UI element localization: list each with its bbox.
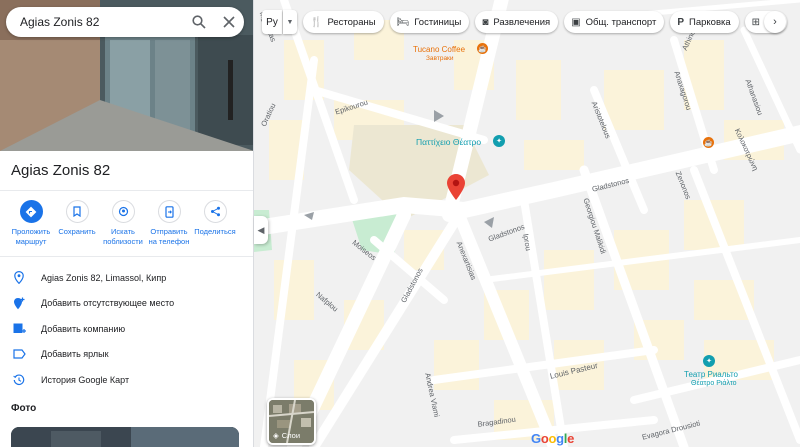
chip-parking[interactable]: P Парковка [670, 11, 739, 33]
layers-button[interactable]: ◈ Слои [267, 398, 316, 445]
pharmacy-icon: ⊞ [751, 16, 761, 28]
action-label: Поделиться [194, 227, 236, 236]
share-button[interactable]: Поделиться [192, 200, 238, 247]
category-chips: Ру ▼ 🍴 Рестораны 🛏 Гостиницы ◙ Развлечения … [262, 10, 788, 34]
map-canvas[interactable]: Ifigeneias Oratiou Epikourou Tucano Coff… [254, 0, 800, 447]
theater-poi-icon-2[interactable]: ✦ [703, 355, 715, 367]
logo-letter: e [567, 431, 575, 446]
layers-label: ◈ Слои [273, 431, 300, 440]
logo-letter: o [548, 431, 557, 446]
language-dropdown-icon[interactable]: ▼ [283, 10, 297, 34]
google-logo: Google [531, 431, 574, 446]
chip-entertainment[interactable]: ◙ Развлечения [475, 11, 559, 33]
chevron-left-icon: ◀ [257, 224, 265, 235]
nearby-button[interactable]: Искать поблизости [100, 200, 146, 247]
chip-label: Гостиницы [414, 16, 462, 28]
bookmark-icon[interactable] [65, 200, 89, 223]
add-business-icon [11, 321, 27, 337]
poi-sublabel-rialto: Θέατρο Ριάλτο [691, 380, 737, 387]
parking-icon: P [677, 16, 685, 28]
label-icon [11, 346, 27, 362]
photos-heading: Фото [11, 403, 37, 414]
logo-letter: g [556, 431, 564, 446]
chevron-right-icon[interactable]: › [764, 11, 786, 33]
chip-label: Развлечения [493, 16, 551, 28]
save-button[interactable]: Сохранить [54, 200, 100, 247]
action-label: Проложить маршрут [11, 227, 51, 246]
location-pin-marker-icon[interactable] [447, 174, 465, 200]
theater-poi-icon[interactable]: ✦ [493, 135, 505, 147]
add-missing-place-row[interactable]: Добавить отсутствующее место [0, 291, 253, 317]
add-business-text: Добавить компанию [41, 323, 126, 334]
history-icon [11, 372, 27, 388]
action-label: Отправить на телефон [148, 227, 190, 246]
poi-label-pattichio: Παττίχειο Θέατρο [416, 137, 482, 147]
place-panel: Agias Zonis 82 Agias Zonis 82 Проложить … [0, 0, 254, 447]
hotel-icon: 🛏 [396, 16, 410, 28]
search-box[interactable]: Agias Zonis 82 [6, 7, 244, 37]
layers-icon: ◈ [273, 431, 279, 440]
nearby-icon[interactable] [111, 200, 135, 223]
search-icon[interactable] [184, 7, 214, 37]
add-label-text: Добавить ярлык [41, 349, 109, 360]
send-to-phone-button[interactable]: Отправить на телефон [146, 200, 192, 247]
directions-button[interactable]: Проложить маршрут [8, 200, 54, 247]
poi-sublabel-tucano: Завтраки [426, 55, 454, 62]
collapse-panel-button[interactable]: ◀ [254, 216, 268, 244]
directions-icon[interactable] [19, 200, 43, 223]
add-missing-place-text: Добавить отсутствующее место [41, 298, 175, 309]
transit-icon: ▣ [571, 16, 581, 28]
add-business-row[interactable]: Добавить компанию [0, 316, 253, 342]
maps-history-text: История Google Карт [41, 374, 130, 385]
cafe-poi-icon[interactable]: ☕ [477, 43, 488, 54]
camera-icon: ◙ [482, 16, 489, 28]
maps-app: Ifigeneias Oratiou Epikourou Tucano Coff… [0, 0, 800, 447]
layers-text: Слои [281, 431, 301, 440]
address-row[interactable]: Agias Zonis 82, Limassol, Кипр [0, 265, 253, 291]
send-to-phone-icon[interactable] [157, 200, 181, 223]
close-icon[interactable] [214, 7, 244, 37]
chip-label: Парковка [689, 16, 731, 28]
restaurant-icon: 🍴 [310, 16, 323, 28]
add-place-icon [11, 295, 27, 311]
place-title: Agias Zonis 82 [11, 162, 111, 179]
search-input[interactable]: Agias Zonis 82 [20, 15, 184, 29]
chip-restaurants[interactable]: 🍴 Рестораны [303, 11, 384, 33]
poi-label-rialto: Театр Риальто [684, 370, 738, 379]
location-pin-icon [11, 270, 27, 286]
divider [0, 190, 253, 191]
action-label: Искать поблизости [103, 227, 143, 246]
chip-label: Рестораны [327, 16, 376, 28]
logo-letter: G [531, 431, 541, 446]
chip-hotels[interactable]: 🛏 Гостиницы [389, 11, 470, 33]
chip-label: Общ. транспорт [585, 16, 657, 28]
chip-transit[interactable]: ▣ Общ. транспорт [564, 11, 665, 33]
add-label-row[interactable]: Добавить ярлык [0, 342, 253, 368]
poi-label-tucano: Tucano Coffee [413, 45, 466, 54]
language-button[interactable]: Ру [262, 10, 282, 34]
maps-history-row[interactable]: История Google Карт [0, 367, 253, 393]
address-text: Agias Zonis 82, Limassol, Кипр [41, 272, 167, 283]
divider [0, 256, 253, 257]
cafe-poi-icon-2[interactable]: ☕ [703, 137, 714, 148]
action-buttons: Проложить маршрут Сохранить Искать побли… [0, 200, 253, 247]
photo-thumbnail[interactable] [11, 427, 239, 447]
action-label: Сохранить [58, 227, 96, 236]
share-icon[interactable] [203, 200, 227, 223]
info-list: Agias Zonis 82, Limassol, Кипр Добавить … [0, 265, 253, 393]
